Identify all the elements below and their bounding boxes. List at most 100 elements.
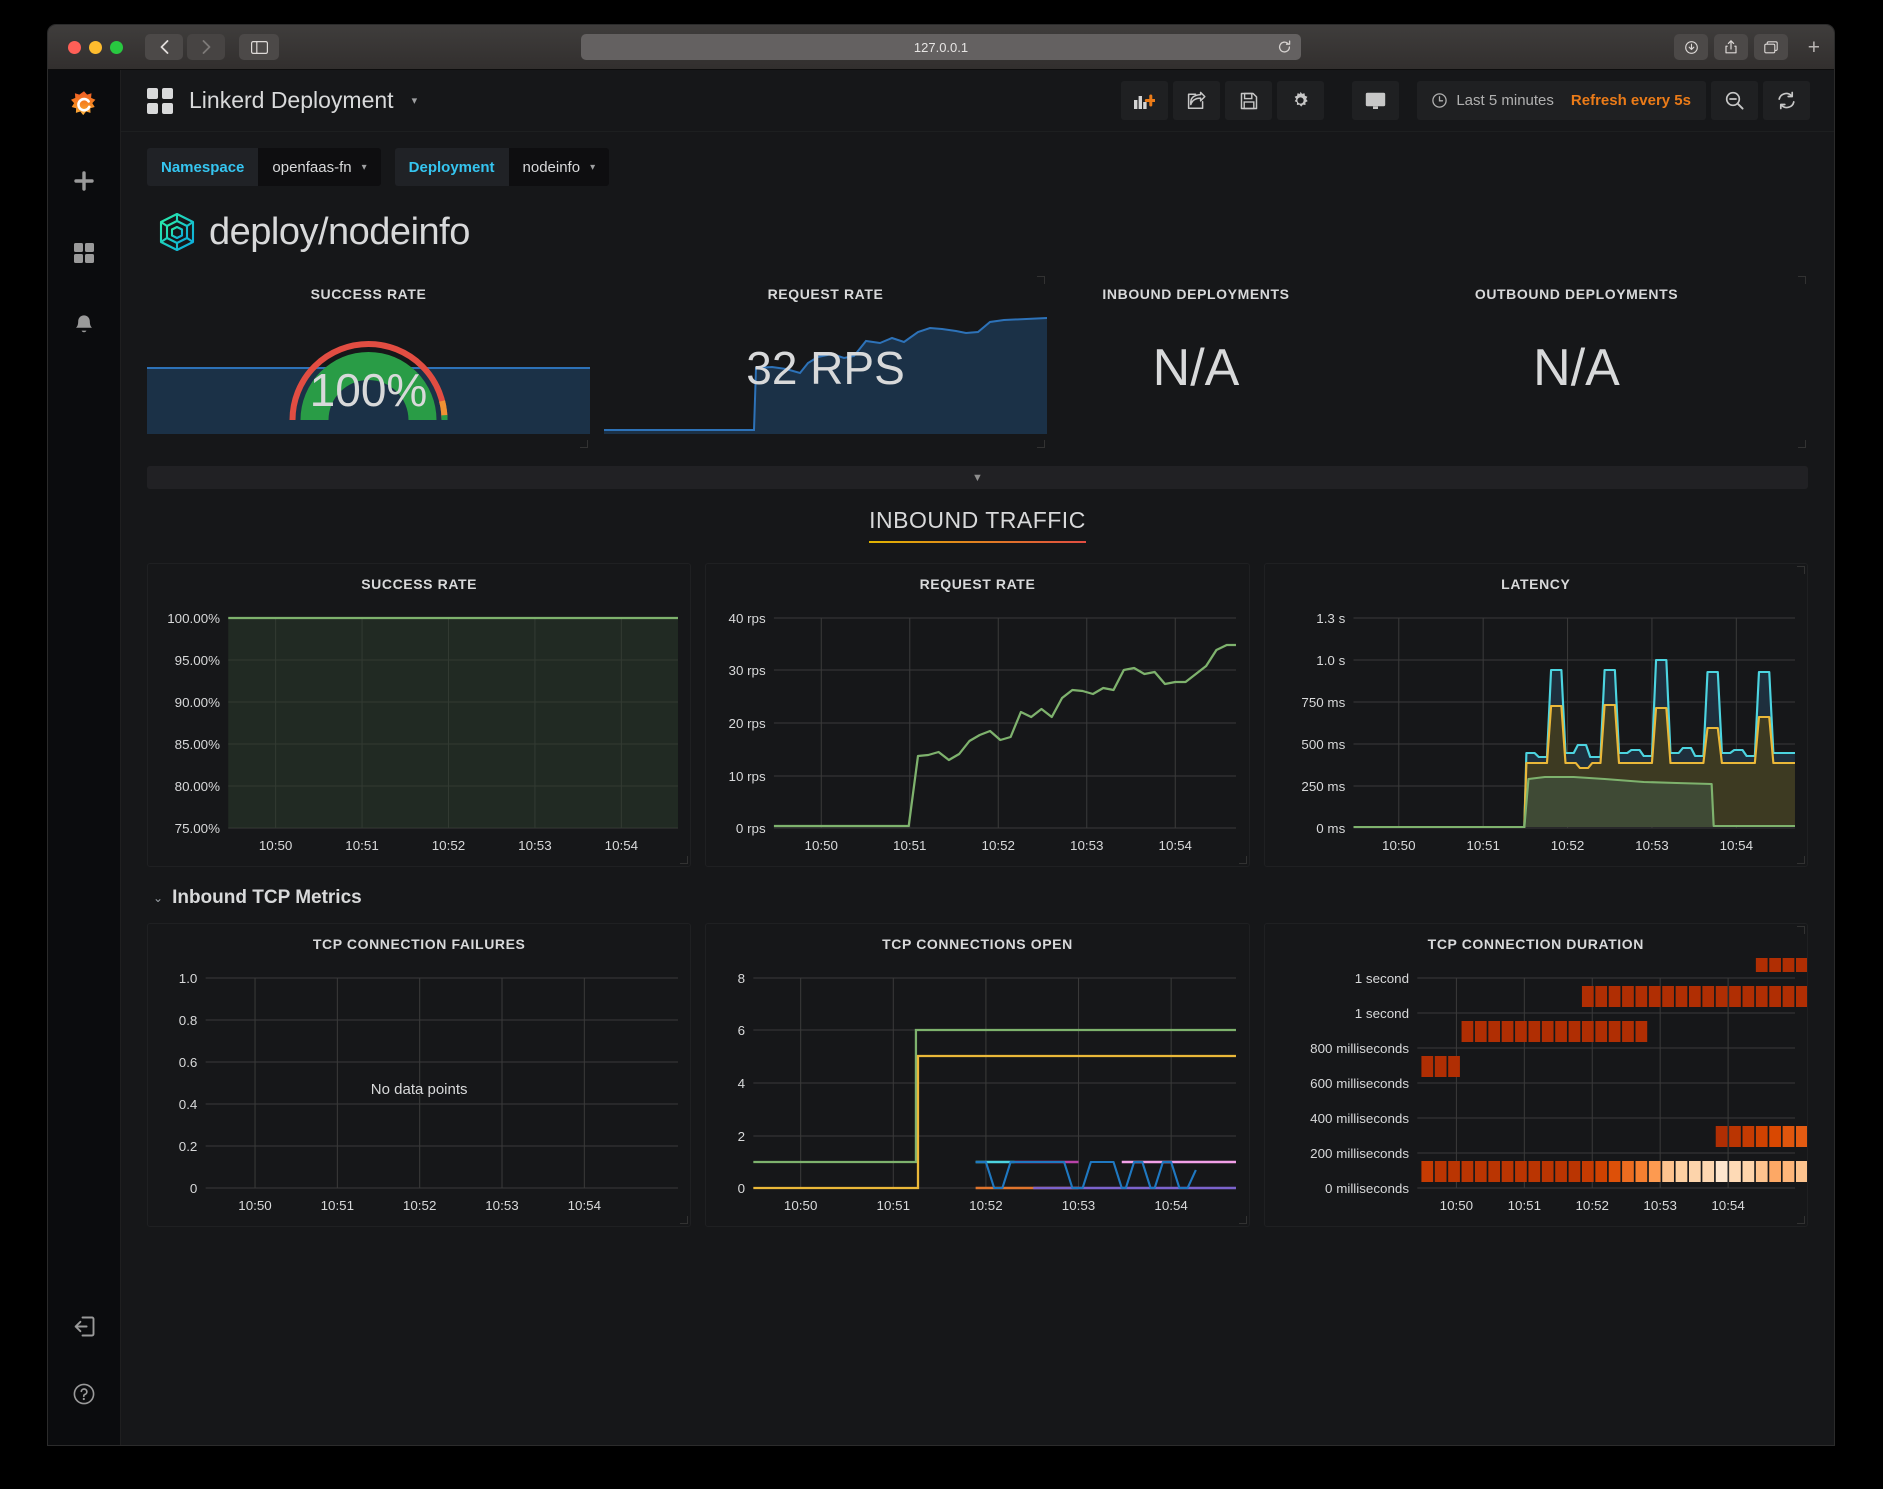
dashboard-settings-button[interactable] (1277, 81, 1325, 120)
heatmap-cell (1581, 1161, 1594, 1182)
panel-tcp-connections-open[interactable]: TCP CONNECTIONS OPEN 8 6 4 2 0 10:50 10:… (705, 923, 1250, 1227)
heatmap-cell (1621, 1021, 1634, 1042)
zoom-out-button[interactable] (1711, 81, 1758, 120)
svg-text:1.3 s: 1.3 s (1316, 611, 1345, 626)
svg-text:10:54: 10:54 (1159, 838, 1192, 853)
heatmap-cell (1568, 1021, 1580, 1042)
alerting-icon[interactable] (61, 302, 107, 348)
panel-tcp-connection-duration[interactable]: TCP CONNECTION DURATION 1 second 1 secon… (1263, 923, 1808, 1227)
plot-area: 1.0 0.8 0.6 0.4 0.2 0 10:50 10:51 10:52 … (148, 958, 690, 1226)
resize-handle[interactable] (580, 440, 588, 448)
panel-success-rate-gauge[interactable]: SUCCESS RATE 100% (147, 274, 590, 450)
panel-success-rate-graph[interactable]: SUCCESS RATE 100.00% 95.00% 90.00% 85.00… (147, 563, 692, 867)
heatmap-cell (1635, 1021, 1647, 1042)
row-collapse-bar[interactable]: ▼ (147, 466, 1808, 489)
svg-text:0.4: 0.4 (179, 1097, 198, 1112)
resize-handle[interactable] (1798, 440, 1806, 448)
variable-namespace: Namespace openfaas-fn ▾ (147, 148, 381, 186)
heatmap-cell (1768, 986, 1781, 1007)
address-bar[interactable]: 127.0.0.1 (581, 34, 1301, 60)
svg-text:10:54: 10:54 (1719, 838, 1752, 853)
svg-text:200 milliseconds: 200 milliseconds (1310, 1146, 1409, 1161)
heatmap-cell (1795, 1161, 1807, 1182)
dashboard-title-group[interactable]: Linkerd Deployment ▾ (147, 87, 417, 114)
success-rate-chart: 100.00% 95.00% 90.00% 85.00% 80.00% 75.0… (167, 611, 678, 853)
share-icon[interactable] (1714, 34, 1748, 60)
variable-deployment-select[interactable]: nodeinfo ▾ (508, 148, 610, 186)
heatmap-cell (1648, 986, 1661, 1007)
window-controls[interactable] (68, 40, 123, 54)
plot-area: 40 rps 30 rps 20 rps 10 rps 0 rps 10:50 1… (706, 598, 1248, 866)
panel-inbound-deployments[interactable]: INBOUND DEPLOYMENTS N/A (1061, 274, 1331, 450)
back-button[interactable] (145, 34, 183, 60)
heatmap-cell (1768, 1161, 1781, 1182)
minimize-window-button[interactable] (89, 40, 102, 54)
reload-icon[interactable] (1278, 40, 1291, 54)
variable-deployment: Deployment nodeinfo ▾ (394, 148, 610, 186)
heatmap-cell (1728, 1126, 1741, 1147)
browser-titlebar: 127.0.0.1 + (48, 25, 1834, 70)
plot-area: 1.3 s 1.0 s 750 ms 500 ms 250 ms 0 ms 10… (1265, 598, 1807, 866)
tab-overview-icon[interactable] (1754, 34, 1788, 60)
panel-latency-graph[interactable]: LATENCY 1.3 s 1.0 s 750 ms 500 ms 250 ms… (1263, 563, 1808, 867)
heatmap-cell (1755, 986, 1768, 1007)
svg-text:10:53: 10:53 (1635, 838, 1668, 853)
refresh-dashboard-button[interactable] (1763, 81, 1810, 120)
svg-text:100.00%: 100.00% (167, 611, 220, 626)
resize-handle[interactable] (1796, 856, 1805, 864)
svg-text:95.00%: 95.00% (175, 653, 221, 668)
heatmap-cell (1742, 1161, 1754, 1182)
resize-handle[interactable] (680, 856, 689, 864)
section-inbound-tcp-metrics[interactable]: ⌄ Inbound TCP Metrics (153, 887, 1808, 909)
heatmap-cell (1434, 1161, 1447, 1182)
svg-text:10:53: 10:53 (518, 838, 551, 853)
svg-text:1.0: 1.0 (179, 971, 198, 986)
create-icon[interactable] (61, 158, 107, 204)
svg-text:10:51: 10:51 (877, 1198, 910, 1213)
forward-button[interactable] (187, 34, 225, 60)
resize-handle[interactable] (1798, 276, 1806, 284)
signin-icon[interactable] (61, 1303, 107, 1349)
panel-title: SUCCESS RATE (361, 576, 478, 592)
inbound-traffic-panels: SUCCESS RATE 100.00% 95.00% 90.00% 85.00… (147, 563, 1808, 867)
heatmap-cell (1675, 986, 1687, 1007)
resize-handle[interactable] (1796, 926, 1805, 934)
svg-text:10:52: 10:52 (982, 838, 1015, 853)
resize-handle[interactable] (1037, 440, 1045, 448)
heatmap-cell (1608, 1021, 1621, 1042)
add-panel-button[interactable] (1121, 81, 1169, 120)
help-icon[interactable] (61, 1371, 107, 1417)
heatmap-cell (1514, 1161, 1527, 1182)
resize-handle[interactable] (1037, 276, 1045, 284)
new-tab-icon[interactable]: + (1808, 37, 1820, 58)
close-window-button[interactable] (68, 40, 81, 54)
resize-handle[interactable] (1238, 856, 1247, 864)
tcp-connections-open-chart: 8 6 4 2 0 10:50 10:51 10:52 10:53 10:54 (738, 971, 1237, 1213)
grafana-logo[interactable] (61, 86, 107, 132)
latency-chart: 1.3 s 1.0 s 750 ms 500 ms 250 ms 0 ms 10… (1301, 611, 1795, 853)
share-dashboard-button[interactable] (1173, 81, 1221, 120)
variable-namespace-select[interactable]: openfaas-fn ▾ (258, 148, 381, 186)
dashboards-icon[interactable] (61, 230, 107, 276)
resize-handle[interactable] (1238, 1216, 1247, 1224)
sidebar-toggle-button[interactable] (239, 34, 279, 60)
heatmap-cell (1688, 1161, 1701, 1182)
panel-tcp-connection-failures[interactable]: TCP CONNECTION FAILURES 1.0 0.8 0.6 0.4 … (147, 923, 692, 1227)
download-icon[interactable] (1674, 34, 1708, 60)
time-range-picker[interactable]: Last 5 minutes Refresh every 5s (1417, 81, 1706, 120)
resize-handle[interactable] (680, 1216, 689, 1224)
heatmap-cell (1635, 986, 1647, 1007)
svg-text:500 ms: 500 ms (1301, 737, 1345, 752)
panel-request-rate-stat[interactable]: REQUEST RATE 32 RPS (604, 274, 1047, 450)
save-dashboard-button[interactable] (1225, 81, 1273, 120)
maximize-window-button[interactable] (110, 40, 123, 54)
heatmap-cell (1715, 1161, 1728, 1182)
resize-handle[interactable] (1796, 566, 1805, 574)
chevron-down-icon[interactable]: ▾ (412, 94, 418, 107)
heatmap-cell (1702, 986, 1714, 1007)
heatmap-cell (1594, 1161, 1607, 1182)
resize-handle[interactable] (1796, 1216, 1805, 1224)
panel-outbound-deployments[interactable]: OUTBOUND DEPLOYMENTS N/A (1345, 274, 1808, 450)
kiosk-mode-button[interactable] (1352, 81, 1400, 120)
panel-request-rate-graph[interactable]: REQUEST RATE 40 rps 30 rps 20 rps 10 rps… (705, 563, 1250, 867)
